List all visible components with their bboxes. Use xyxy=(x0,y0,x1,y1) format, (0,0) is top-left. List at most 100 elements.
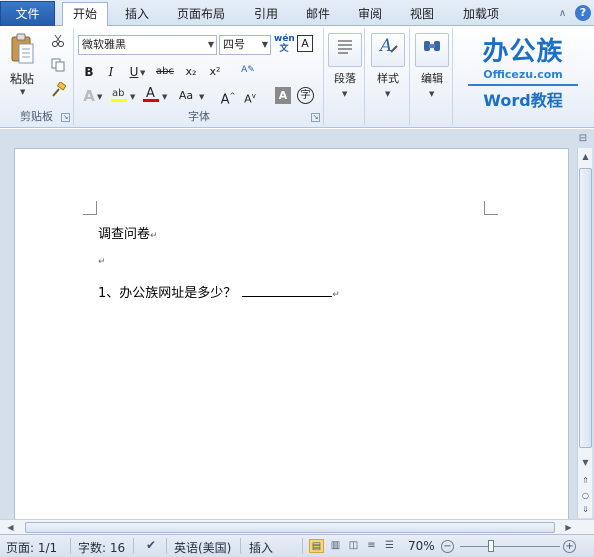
horizontal-scroll-thumb[interactable] xyxy=(25,522,555,533)
font-color-icon[interactable]: A xyxy=(141,85,161,105)
styles-dropdown-icon[interactable]: ▼ xyxy=(385,90,390,98)
svg-text:ab: ab xyxy=(112,88,124,99)
tab-review[interactable]: 审阅 xyxy=(349,4,391,26)
paragraph-label[interactable]: 段落 xyxy=(325,70,365,86)
phonetic-guide-icon[interactable]: wén 文 xyxy=(274,34,295,54)
paste-dropdown-icon[interactable]: ▼ xyxy=(20,88,25,96)
underline-dropdown-icon[interactable]: ▼ xyxy=(140,69,145,77)
font-color-dropdown-icon[interactable]: ▼ xyxy=(162,93,167,101)
strikethrough-button[interactable]: abc xyxy=(152,62,178,82)
clipboard-group: 粘贴 ▼ 剪贴板 ↘ xyxy=(0,28,74,125)
logo-sub-text: Word教程 xyxy=(483,91,563,110)
scroll-down-icon[interactable]: ▼ xyxy=(579,456,592,469)
scroll-left-icon[interactable]: ◀ xyxy=(4,521,17,534)
tab-references[interactable]: 引用 xyxy=(245,4,287,26)
italic-button[interactable]: I xyxy=(101,62,121,82)
full-screen-reading-icon[interactable]: ▥ xyxy=(328,539,343,553)
font-name-value: 微软雅黑 xyxy=(82,38,126,51)
styles-label[interactable]: 样式 xyxy=(368,70,408,86)
status-divider xyxy=(240,538,241,554)
status-insert-mode[interactable]: 插入 xyxy=(249,539,273,556)
font-size-combo[interactable]: 四号 ▼ xyxy=(219,35,271,55)
logo-en-text: Officezu.com xyxy=(483,68,563,81)
font-size-value: 四号 xyxy=(223,38,245,51)
format-painter-icon[interactable] xyxy=(48,81,68,102)
browse-object-icon[interactable]: ○ xyxy=(579,489,592,502)
subscript-button[interactable]: x₂ xyxy=(181,62,201,82)
proofing-icon[interactable]: ✔ xyxy=(142,538,160,552)
paste-icon[interactable] xyxy=(8,32,38,68)
char-shading-icon[interactable]: A xyxy=(275,87,291,104)
draft-view-icon[interactable]: ☰ xyxy=(382,539,397,553)
print-layout-view-icon[interactable]: ▤ xyxy=(309,539,324,553)
font-name-dropdown-icon[interactable]: ▼ xyxy=(208,36,214,54)
highlight-dropdown-icon[interactable]: ▼ xyxy=(130,93,135,101)
copy-icon[interactable] xyxy=(48,58,68,78)
change-case-button[interactable]: Aa xyxy=(174,86,198,106)
scroll-up-icon[interactable]: ▲ xyxy=(579,150,592,163)
view-ruler-icon[interactable]: ⊟ xyxy=(576,133,590,149)
help-icon[interactable]: ? xyxy=(575,5,591,21)
zoom-slider-thumb[interactable] xyxy=(488,540,494,552)
horizontal-scrollbar[interactable]: ◀ ▶ xyxy=(0,519,594,534)
status-word-count[interactable]: 字数: 16 xyxy=(78,539,125,556)
vertical-scrollbar[interactable]: ▲ ▼ ⇑ ○ ⇓ xyxy=(577,148,592,518)
web-layout-icon[interactable]: ◫ xyxy=(346,539,361,553)
status-bar: 页面: 1/1 字数: 16 ✔ 英语(美国) 插入 ▤ ▥ ◫ ≡ ☰ 70%… xyxy=(0,534,594,557)
styles-icon[interactable]: A xyxy=(371,33,405,67)
margin-corner-top-left xyxy=(83,201,97,215)
paragraph-dropdown-icon[interactable]: ▼ xyxy=(342,90,347,98)
zoom-out-icon[interactable]: − xyxy=(441,540,454,553)
font-size-dropdown-icon[interactable]: ▼ xyxy=(262,36,268,54)
doc-line-question[interactable]: 1、办公族网址是多少？ ↵ xyxy=(98,282,340,301)
doc-line-empty[interactable]: ↵ xyxy=(98,253,106,268)
tab-insert[interactable]: 插入 xyxy=(116,4,158,26)
scroll-right-icon[interactable]: ▶ xyxy=(562,521,575,534)
status-page[interactable]: 页面: 1/1 xyxy=(6,539,57,556)
grow-font-button[interactable]: A^ xyxy=(218,86,238,107)
clear-formatting-icon[interactable]: A✎ xyxy=(238,60,258,80)
outline-view-icon[interactable]: ≡ xyxy=(364,539,379,553)
svg-text:A: A xyxy=(146,86,155,101)
text-effects-dropdown-icon[interactable]: ▼ xyxy=(97,93,102,101)
editing-label[interactable]: 编辑 xyxy=(412,70,452,86)
status-zoom-level[interactable]: 70% xyxy=(408,539,435,553)
status-divider xyxy=(70,538,71,554)
margin-corner-top-right xyxy=(484,201,498,215)
tab-home[interactable]: 开始 xyxy=(62,2,108,27)
tab-file[interactable]: 文件 xyxy=(0,1,55,26)
tab-mailings[interactable]: 邮件 xyxy=(297,4,339,26)
tab-view[interactable]: 视图 xyxy=(401,4,443,26)
shrink-font-button[interactable]: Av xyxy=(240,86,260,106)
text-effects-icon[interactable]: A xyxy=(79,86,99,106)
paragraph-mark: ↵ xyxy=(98,257,106,267)
bold-button[interactable]: B xyxy=(79,62,99,82)
zoom-in-icon[interactable]: + xyxy=(563,540,576,553)
status-divider xyxy=(302,538,303,554)
status-divider xyxy=(133,538,134,554)
clipboard-launcher-icon[interactable]: ↘ xyxy=(61,113,70,122)
minimize-ribbon-icon[interactable]: ∧ xyxy=(555,6,570,21)
enclose-chars-icon[interactable]: 字 xyxy=(297,87,314,104)
font-launcher-icon[interactable]: ↘ xyxy=(311,113,320,122)
highlight-icon[interactable]: ab xyxy=(109,85,129,105)
change-case-dropdown-icon[interactable]: ▼ xyxy=(199,93,204,101)
font-name-combo[interactable]: 微软雅黑 ▼ xyxy=(78,35,217,55)
next-page-icon[interactable]: ⇓ xyxy=(579,503,592,516)
char-border-icon[interactable]: A xyxy=(297,35,313,52)
status-language[interactable]: 英语(美国) xyxy=(174,539,231,556)
doc-line-title[interactable]: 调查问卷↵ xyxy=(98,223,158,242)
zoom-slider-track[interactable] xyxy=(460,546,560,547)
cut-icon[interactable] xyxy=(48,34,68,54)
prev-page-icon[interactable]: ⇑ xyxy=(579,474,592,487)
editing-icon[interactable] xyxy=(415,33,449,67)
editing-dropdown-icon[interactable]: ▼ xyxy=(429,90,434,98)
vertical-scroll-thumb[interactable] xyxy=(579,168,592,448)
tab-page-layout[interactable]: 页面布局 xyxy=(167,4,235,26)
tab-addins[interactable]: 加载项 xyxy=(453,4,509,26)
doc-title-text: 调查问卷 xyxy=(98,227,151,242)
paragraph-icon[interactable] xyxy=(328,33,362,67)
paste-label[interactable]: 粘贴 xyxy=(10,70,34,87)
superscript-button[interactable]: x² xyxy=(205,62,225,82)
document-page[interactable] xyxy=(14,148,569,520)
